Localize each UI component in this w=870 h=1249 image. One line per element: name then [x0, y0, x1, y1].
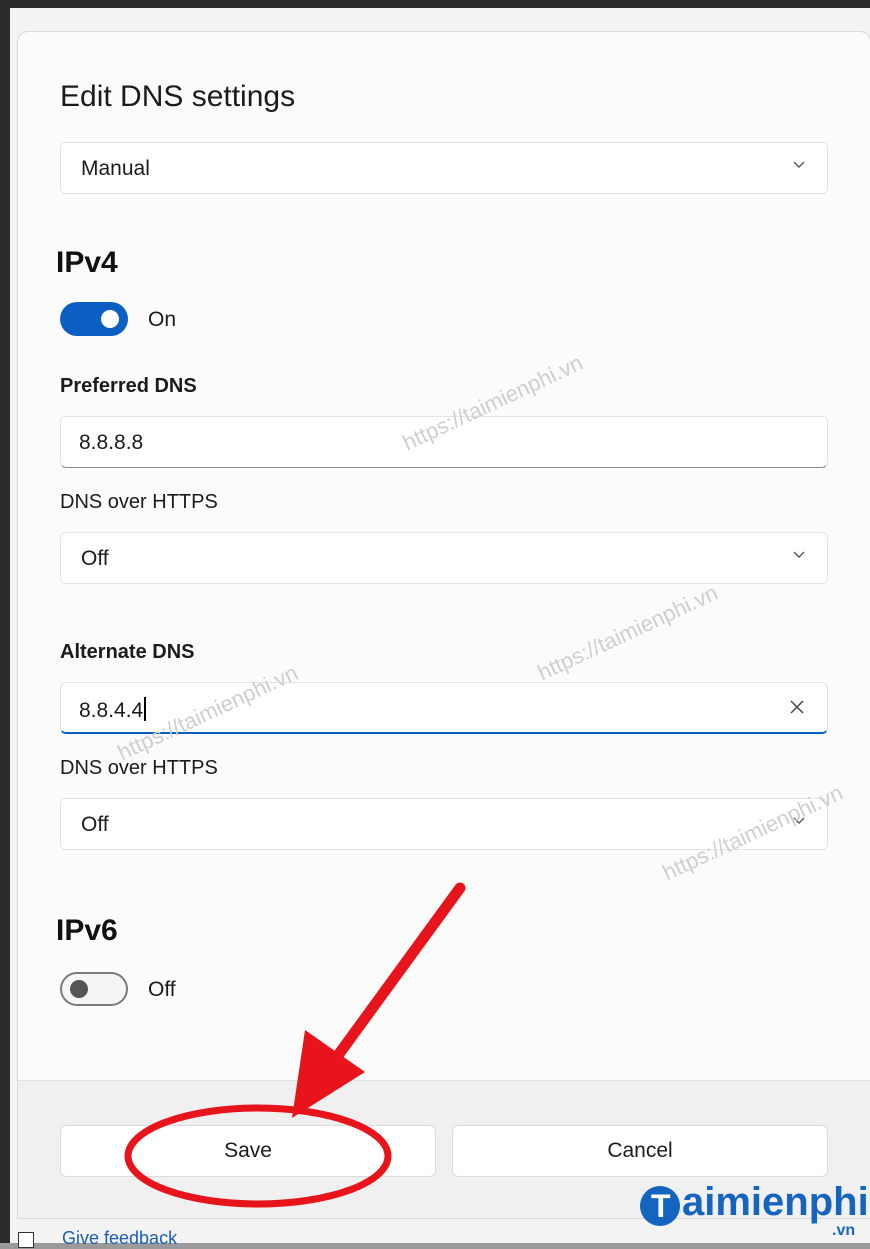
ipv6-toggle-label: Off [148, 978, 176, 1001]
alternate-dns-https-label: DNS over HTTPS [60, 757, 218, 779]
taimienphi-logo-sub: .vn [832, 1222, 856, 1239]
feedback-checkbox-icon [18, 1232, 34, 1248]
chevron-down-icon [793, 551, 805, 561]
ipv6-toggle[interactable] [60, 972, 128, 1006]
preferred-dns-https-label: DNS over HTTPS [60, 491, 218, 513]
preferred-dns-input[interactable]: 8.8.8.8 [60, 416, 828, 468]
alternate-dns-label: Alternate DNS [60, 641, 195, 663]
preferred-dns-https-value: Off [81, 547, 109, 570]
save-button[interactable]: Save [60, 1125, 436, 1177]
clear-icon[interactable] [787, 697, 807, 717]
backdrop-top-edge [0, 0, 870, 8]
preferred-dns-label: Preferred DNS [60, 375, 197, 397]
ipv4-toggle-label: On [148, 308, 177, 331]
preferred-dns-https-select[interactable]: Off [60, 532, 828, 584]
text-caret [144, 697, 147, 721]
alternate-dns-https-value: Off [81, 813, 109, 836]
chevron-down-icon [793, 161, 805, 171]
logo-initial: T [651, 1188, 671, 1224]
chevron-down-icon [793, 817, 805, 827]
dialog-title: Edit DNS settings [60, 80, 296, 113]
cancel-button[interactable]: Cancel [452, 1125, 828, 1177]
dns-mode-value: Manual [81, 157, 150, 180]
ipv4-heading: IPv4 [56, 246, 118, 279]
toggle-knob [70, 980, 88, 998]
alternate-dns-https-select[interactable]: Off [60, 798, 828, 850]
edit-dns-dialog: Edit DNS settings Manual IPv4 On Preferr… [18, 32, 870, 1218]
ipv6-heading: IPv6 [56, 914, 118, 947]
preferred-dns-value: 8.8.8.8 [79, 431, 144, 454]
give-feedback-link[interactable]: Give feedback [62, 1228, 177, 1249]
ipv4-toggle[interactable] [60, 302, 128, 336]
alternate-dns-input[interactable]: 8.8.4.4 [60, 682, 828, 734]
backdrop-left-edge [0, 0, 10, 1243]
alternate-dns-value: 8.8.4.4 [79, 697, 147, 723]
toggle-knob [101, 310, 119, 328]
taimienphi-logo-text: aimienphi [682, 1180, 869, 1224]
dns-mode-select[interactable]: Manual [60, 142, 828, 194]
